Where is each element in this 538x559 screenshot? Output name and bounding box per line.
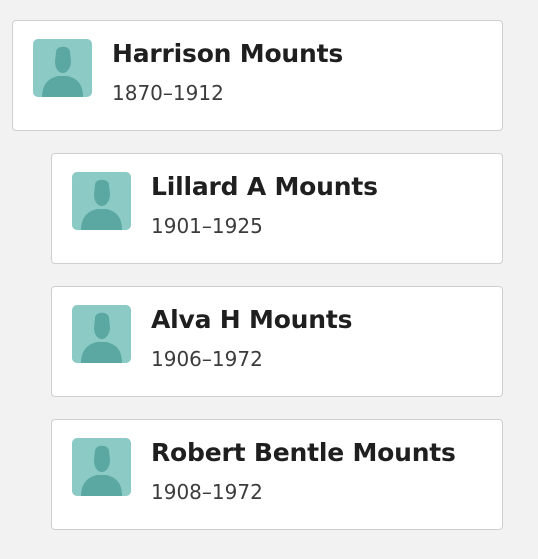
person-card-child[interactable]: Robert Bentle Mounts 1908–1972 (51, 419, 503, 530)
person-card-parent[interactable]: Harrison Mounts 1870–1912 (12, 20, 503, 131)
person-lifespan: 1901–1925 (151, 214, 263, 238)
person-lifespan: 1906–1972 (151, 347, 263, 371)
person-lifespan: 1870–1912 (112, 81, 224, 105)
family-tree-panel: Harrison Mounts 1870–1912 Lillard A Moun… (0, 0, 538, 559)
person-name: Harrison Mounts (112, 39, 344, 68)
person-silhouette-icon (72, 305, 131, 363)
person-card-child[interactable]: Alva H Mounts 1906–1972 (51, 286, 503, 397)
person-name: Alva H Mounts (151, 305, 353, 334)
person-card-child[interactable]: Lillard A Mounts 1901–1925 (51, 153, 503, 264)
person-silhouette-icon (33, 39, 92, 97)
person-silhouette-icon (72, 438, 131, 496)
person-name: Robert Bentle Mounts (151, 438, 456, 467)
person-lifespan: 1908–1972 (151, 480, 263, 504)
person-silhouette-icon (72, 172, 131, 230)
person-name: Lillard A Mounts (151, 172, 378, 201)
